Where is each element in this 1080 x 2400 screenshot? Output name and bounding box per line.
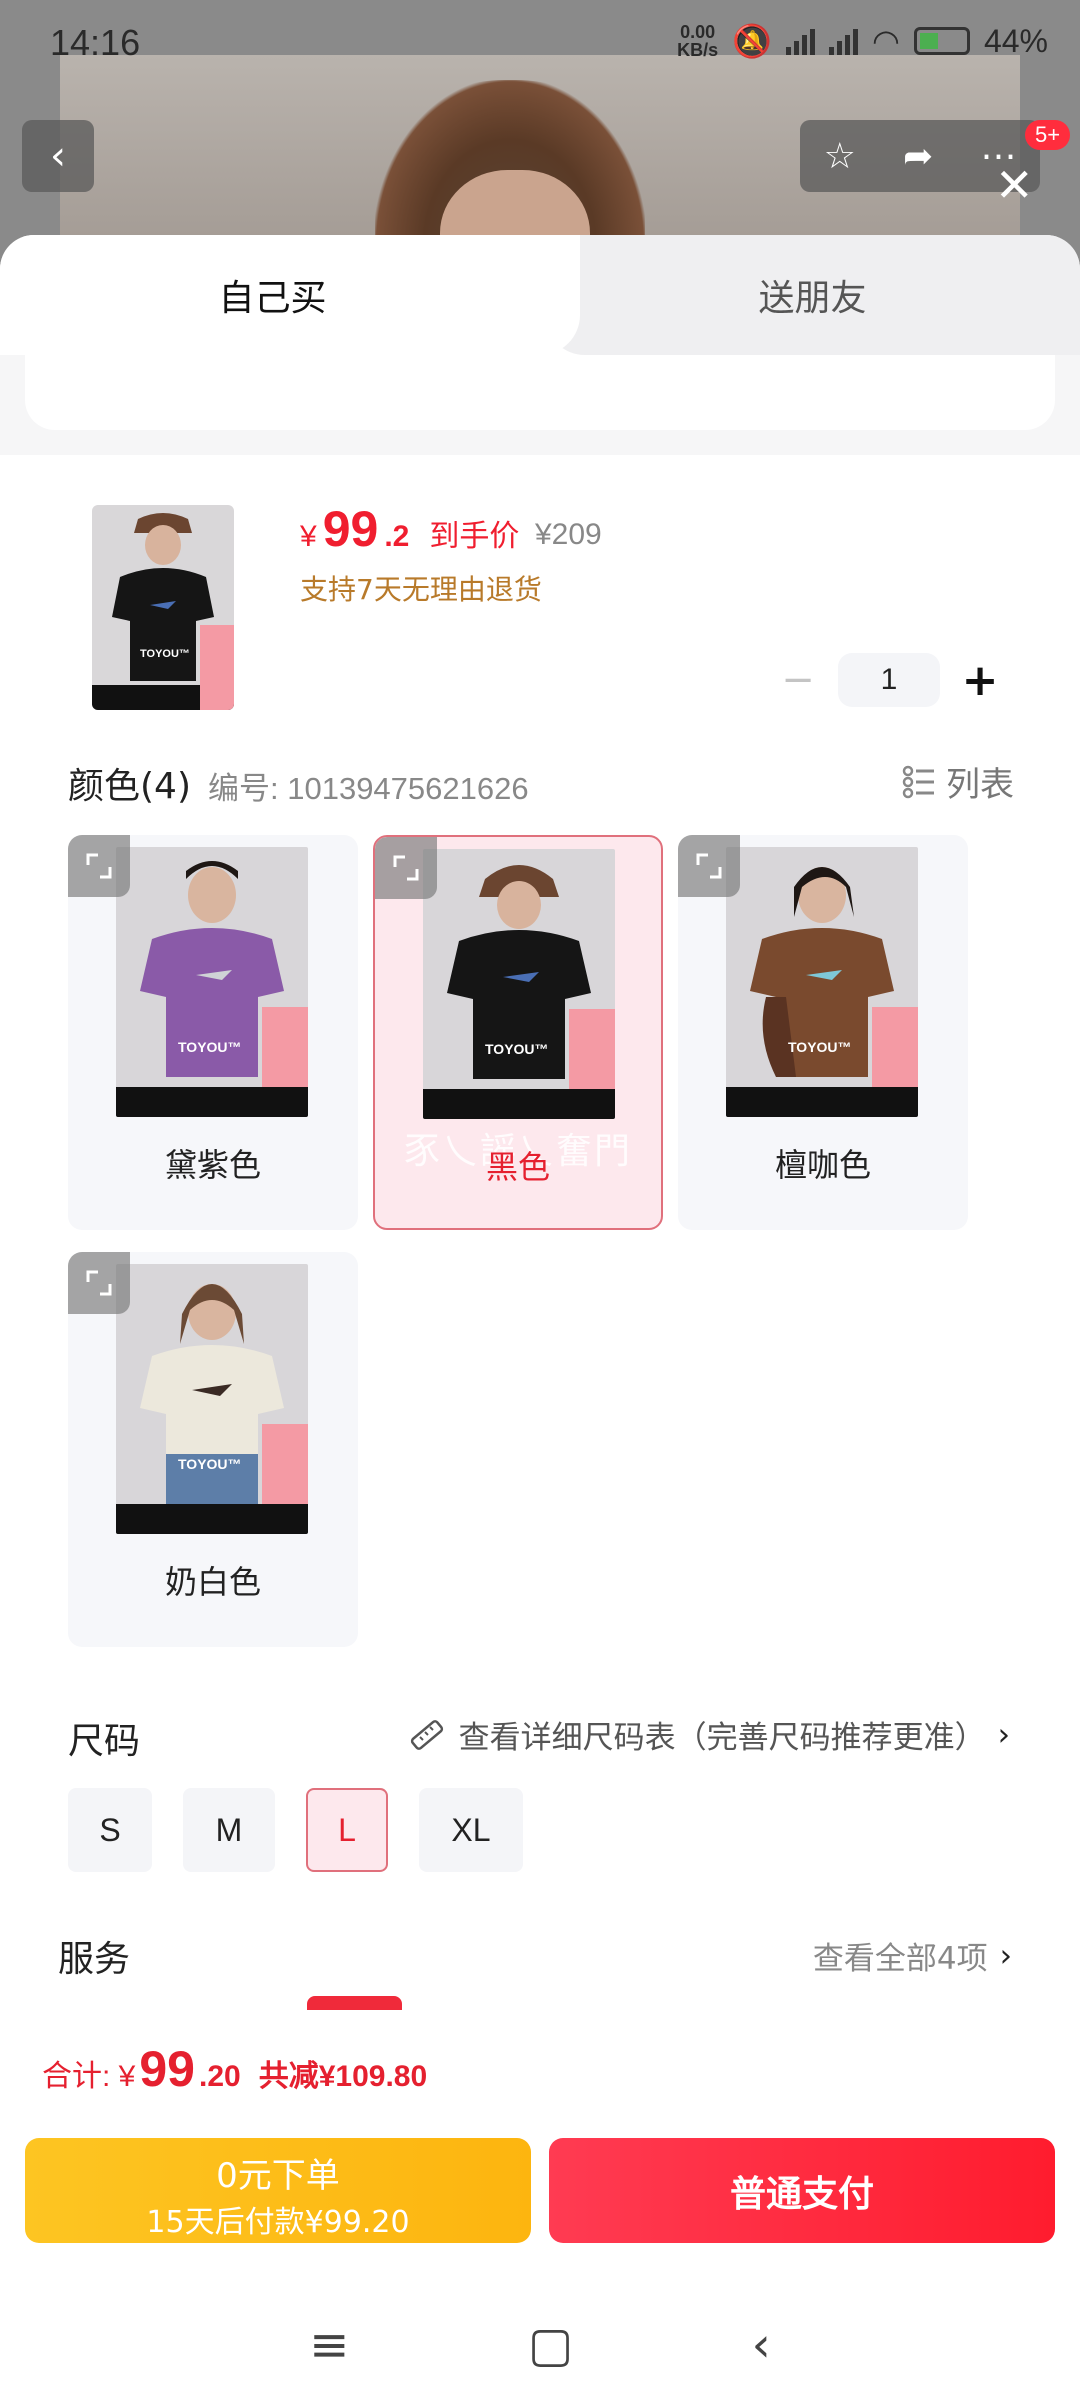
- chevron-right-icon: ›: [997, 1716, 1010, 1753]
- close-icon[interactable]: ✕: [995, 158, 1034, 212]
- wifi-icon: ◠: [872, 23, 900, 59]
- menu-icon[interactable]: ≡: [309, 2317, 349, 2373]
- share-icon[interactable]: ➦: [903, 136, 933, 177]
- tab-send-friend[interactable]: 送朋友: [545, 235, 1080, 355]
- expand-icon[interactable]: [68, 835, 130, 897]
- svg-text:TOYOU™: TOYOU™: [140, 648, 190, 660]
- quantity-value[interactable]: 1: [838, 653, 940, 707]
- original-price: ¥209: [535, 518, 602, 551]
- chevron-left-icon: ‹: [50, 133, 66, 179]
- quantity-stepper: − 1 +: [778, 653, 1000, 707]
- return-policy: 支持7天无理由退货: [300, 573, 542, 606]
- status-bar: 14:16 0.00 KB/s 🔕 ◠ 44%: [0, 0, 1080, 90]
- back-icon[interactable]: ‹: [752, 2317, 771, 2373]
- size-option-s[interactable]: S: [68, 1788, 152, 1872]
- back-button[interactable]: ‹: [22, 120, 94, 192]
- svg-text:TOYOU™: TOYOU™: [788, 1039, 852, 1055]
- size-option-l[interactable]: L: [306, 1788, 388, 1872]
- purchase-tabs: 送朋友 自己买: [0, 235, 1080, 355]
- size-option-m[interactable]: M: [183, 1788, 275, 1872]
- product-thumbnail: TOYOU™: [92, 505, 234, 710]
- mute-icon: 🔕: [732, 23, 773, 59]
- color-option-image: TOYOU™: [116, 847, 308, 1117]
- order-total: 合计: ¥99.20 共减¥109.80: [42, 2041, 428, 2097]
- size-title: 尺码: [68, 1721, 141, 1762]
- color-option-label: 黑色: [485, 1148, 550, 1186]
- size-chart-link[interactable]: 查看详细尺码表（完善尺码推荐更准） ›: [407, 1712, 1010, 1757]
- normal-pay-button[interactable]: 普通支付: [549, 2138, 1055, 2243]
- svg-text:TOYOU™: TOYOU™: [485, 1041, 549, 1057]
- zero-down-order-button[interactable]: 0元下单 15天后付款¥99.20: [25, 2138, 531, 2243]
- color-option-label: 黛紫色: [164, 1146, 261, 1184]
- svg-text:TOYOU™: TOYOU™: [178, 1039, 242, 1055]
- service-title: 服务: [58, 1939, 131, 1980]
- battery-percent: 44%: [983, 22, 1048, 59]
- expand-icon[interactable]: [678, 835, 740, 897]
- chevron-right-icon: ›: [999, 1937, 1012, 1974]
- color-option-image: TOYOU™: [423, 849, 615, 1119]
- size-option-xl[interactable]: XL: [419, 1788, 523, 1872]
- home-icon[interactable]: ▢: [528, 2317, 573, 2373]
- color-option-black[interactable]: TOYOU™ 豕乀謡乀奮門 黑色: [373, 835, 663, 1230]
- color-option-label: 檀咖色: [774, 1146, 871, 1184]
- svg-text:TOYOU™: TOYOU™: [178, 1456, 242, 1472]
- view-all-services-link[interactable]: 查看全部4项 ›: [813, 1933, 1012, 1978]
- color-option-purple[interactable]: TOYOU™ 黛紫色: [68, 835, 358, 1230]
- color-title: 颜色(4): [68, 766, 191, 807]
- tab-buy-self[interactable]: 自己买: [0, 235, 545, 355]
- star-icon[interactable]: ☆: [824, 136, 856, 177]
- color-option-image: TOYOU™: [726, 847, 918, 1117]
- product-code: 编号: 10139475621626: [208, 771, 529, 806]
- signal-icon: [786, 27, 816, 55]
- list-icon: [902, 765, 934, 798]
- ruler-icon: [410, 1719, 443, 1750]
- increase-quantity-button[interactable]: +: [960, 655, 1000, 706]
- system-nav-bar: ≡ ▢ ‹: [0, 2290, 1080, 2400]
- expand-icon[interactable]: [375, 837, 437, 899]
- notification-badge: 5+: [1025, 120, 1071, 150]
- expand-icon[interactable]: [68, 1252, 130, 1314]
- color-option-label: 奶白色: [164, 1563, 261, 1601]
- color-option-brown[interactable]: TOYOU™ 檀咖色: [678, 835, 968, 1230]
- color-option-image: TOYOU™: [116, 1264, 308, 1534]
- status-time: 14:16: [50, 22, 141, 63]
- decrease-quantity-button[interactable]: −: [778, 657, 818, 703]
- list-view-toggle[interactable]: 列表: [902, 757, 1014, 806]
- deal-price: ¥99.2 到手价: [300, 501, 520, 557]
- signal-icon-2: [829, 27, 859, 55]
- battery-icon: [913, 27, 970, 55]
- status-icons: 0.00 KB/s 🔕 ◠ 44%: [677, 22, 1048, 60]
- color-option-cream[interactable]: TOYOU™ 奶白色: [68, 1252, 358, 1647]
- net-speed: 0.00 KB/s: [677, 22, 719, 60]
